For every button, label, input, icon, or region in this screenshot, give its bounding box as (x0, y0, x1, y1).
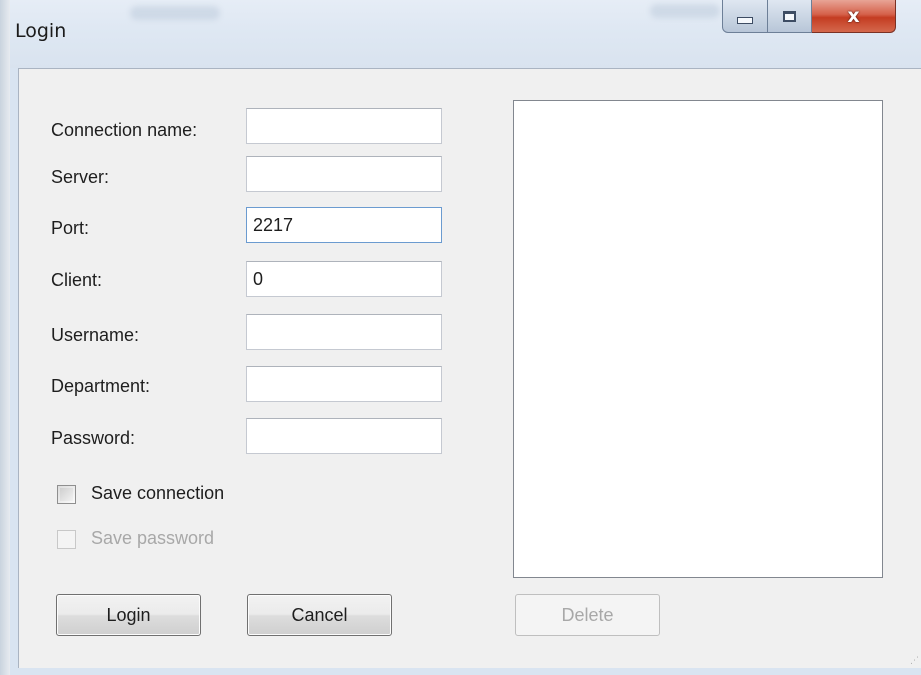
save-password-label: Save password (91, 528, 215, 548)
save-password-checkbox[interactable] (57, 530, 76, 549)
port-label: Port: (51, 218, 90, 238)
background-blur (130, 6, 220, 20)
checkbox-fill (60, 488, 73, 501)
save-connection-label[interactable]: Save connection (91, 483, 224, 504)
background-blur (650, 4, 720, 18)
checkbox-fill (60, 533, 73, 546)
password-field[interactable] (246, 418, 442, 454)
desktop-background (0, 0, 10, 675)
close-button[interactable]: x (812, 0, 896, 33)
minimize-button[interactable] (722, 0, 768, 33)
client-label: Client: (51, 270, 103, 290)
dialog-body: Connection name: Server: Port: Client: U… (18, 68, 921, 668)
username-label: Username: (51, 325, 140, 345)
login-window: Login x Connection name: Server: Port: C… (10, 0, 921, 675)
save-connection-checkbox[interactable] (57, 485, 76, 504)
maximize-icon (783, 10, 796, 22)
close-icon: x (847, 5, 860, 27)
maximize-button[interactable] (768, 0, 812, 33)
saved-connections-list[interactable] (513, 100, 883, 578)
department-field[interactable] (246, 366, 442, 402)
port-field[interactable] (246, 207, 442, 243)
minimize-icon (737, 16, 753, 24)
connection-name-label: Connection name: (51, 120, 198, 140)
connection-name-field[interactable] (246, 108, 442, 144)
screen: Login x Connection name: Server: Port: C… (0, 0, 921, 675)
login-button[interactable]: Login (56, 594, 201, 636)
server-label: Server: (51, 167, 110, 187)
password-label: Password: (51, 428, 136, 448)
cancel-button[interactable]: Cancel (247, 594, 392, 636)
server-field[interactable] (246, 156, 442, 192)
client-field[interactable] (246, 261, 442, 297)
window-title: Login (15, 20, 67, 42)
caption-buttons: x (722, 0, 896, 35)
resize-grip-icon[interactable]: ⋰ (910, 656, 919, 666)
username-field[interactable] (246, 314, 442, 350)
delete-button[interactable]: Delete (515, 594, 660, 636)
title-bar[interactable]: Login x (10, 0, 921, 68)
department-label: Department: (51, 376, 151, 396)
